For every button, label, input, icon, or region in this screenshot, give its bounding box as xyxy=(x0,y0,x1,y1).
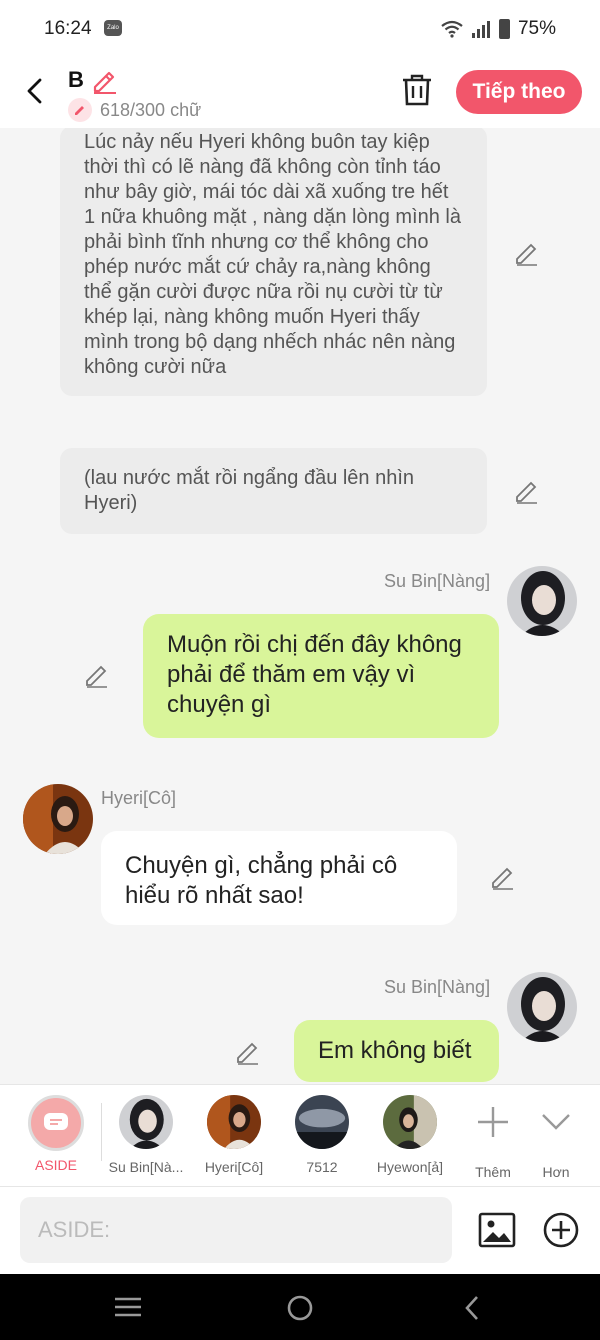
narration-bubble[interactable]: Lúc nảy nếu Hyeri không buôn tay kiệp th… xyxy=(60,128,487,396)
aside-icon xyxy=(28,1095,84,1151)
wifi-icon xyxy=(441,20,463,38)
character-label: 7512 xyxy=(306,1159,338,1175)
title-row: B xyxy=(68,66,118,94)
message-bubble[interactable]: Chuyện gì, chẳng phải cô hiểu rõ nhất sa… xyxy=(101,831,457,925)
narration-bubble[interactable]: (lau nước mắt rồi ngẩng đầu lên nhìn Hye… xyxy=(60,448,487,534)
avatar xyxy=(383,1095,437,1149)
edit-icon[interactable] xyxy=(514,240,540,266)
avatar[interactable] xyxy=(507,566,577,636)
pencil-icon xyxy=(68,98,92,122)
speaker-name: Su Bin[Nàng] xyxy=(384,571,491,591)
zalo-notification-icon: Zalo xyxy=(104,20,122,36)
edit-title-icon[interactable] xyxy=(90,66,118,94)
status-time: 16:24 xyxy=(44,18,92,39)
next-button[interactable]: Tiếp theo xyxy=(456,70,582,114)
status-bar: 16:24 Zalo 75% xyxy=(0,0,600,58)
trash-icon[interactable] xyxy=(400,72,434,108)
page-title: B xyxy=(68,67,84,92)
character-label: Hyewon[ả] xyxy=(376,1159,444,1175)
battery-percent: 75% xyxy=(517,18,556,39)
signal-icon xyxy=(471,21,490,38)
word-count-row: 618/300 chữ xyxy=(68,98,201,122)
edit-icon[interactable] xyxy=(490,864,516,890)
collapse-button[interactable]: Hơn xyxy=(513,1095,599,1180)
chevron-down-icon xyxy=(542,1114,570,1130)
system-nav-bar xyxy=(0,1274,600,1340)
edit-icon[interactable] xyxy=(84,662,110,688)
plus-icon xyxy=(478,1107,508,1137)
avatar xyxy=(295,1095,349,1149)
avatar xyxy=(207,1095,261,1149)
back-nav-icon[interactable] xyxy=(462,1294,482,1322)
character-label: Hyeri[Cô] xyxy=(204,1159,264,1175)
input-bar xyxy=(0,1186,600,1274)
add-circle-icon[interactable] xyxy=(542,1211,580,1249)
avatar[interactable] xyxy=(23,784,93,854)
message-input[interactable] xyxy=(20,1197,452,1263)
character-label: ASIDE xyxy=(34,1157,77,1173)
edit-icon[interactable] xyxy=(235,1039,261,1065)
image-icon[interactable] xyxy=(478,1211,516,1249)
battery-icon xyxy=(498,19,510,39)
character-label: Su Bin[Nà... xyxy=(108,1159,184,1175)
speaker-name: Hyeri[Cô] xyxy=(101,788,177,808)
message-bubble[interactable]: Em không biết xyxy=(294,1020,499,1082)
message-bubble[interactable]: Muộn rồi chị đến đây không phải để thăm … xyxy=(143,614,499,738)
menu-icon[interactable] xyxy=(114,1296,142,1318)
status-right: 75% xyxy=(441,18,556,40)
home-icon[interactable] xyxy=(286,1294,314,1322)
avatar[interactable] xyxy=(507,972,577,1042)
edit-icon[interactable] xyxy=(514,478,540,504)
character-hyewon[interactable]: Hyewon[ả] xyxy=(367,1095,453,1175)
character-label: Hơn xyxy=(542,1164,570,1180)
speaker-name: Su Bin[Nàng] xyxy=(384,977,491,997)
character-7512[interactable]: 7512 xyxy=(279,1095,365,1175)
character-bar: ASIDE Su Bin[Nà... Hyeri[Cô] 7512 Hyewon… xyxy=(0,1084,600,1186)
word-count: 618/300 chữ xyxy=(100,99,202,120)
divider xyxy=(101,1103,102,1161)
top-bar: B 618/300 chữ Tiếp theo xyxy=(0,58,600,128)
chat-area[interactable]: Lúc nảy nếu Hyeri không buôn tay kiệp th… xyxy=(0,128,600,1084)
character-aside[interactable]: ASIDE xyxy=(13,1095,99,1173)
avatar xyxy=(119,1095,173,1149)
back-arrow-icon[interactable] xyxy=(20,74,50,108)
character-hyeri[interactable]: Hyeri[Cô] xyxy=(191,1095,277,1175)
character-su-bin[interactable]: Su Bin[Nà... xyxy=(103,1095,189,1175)
